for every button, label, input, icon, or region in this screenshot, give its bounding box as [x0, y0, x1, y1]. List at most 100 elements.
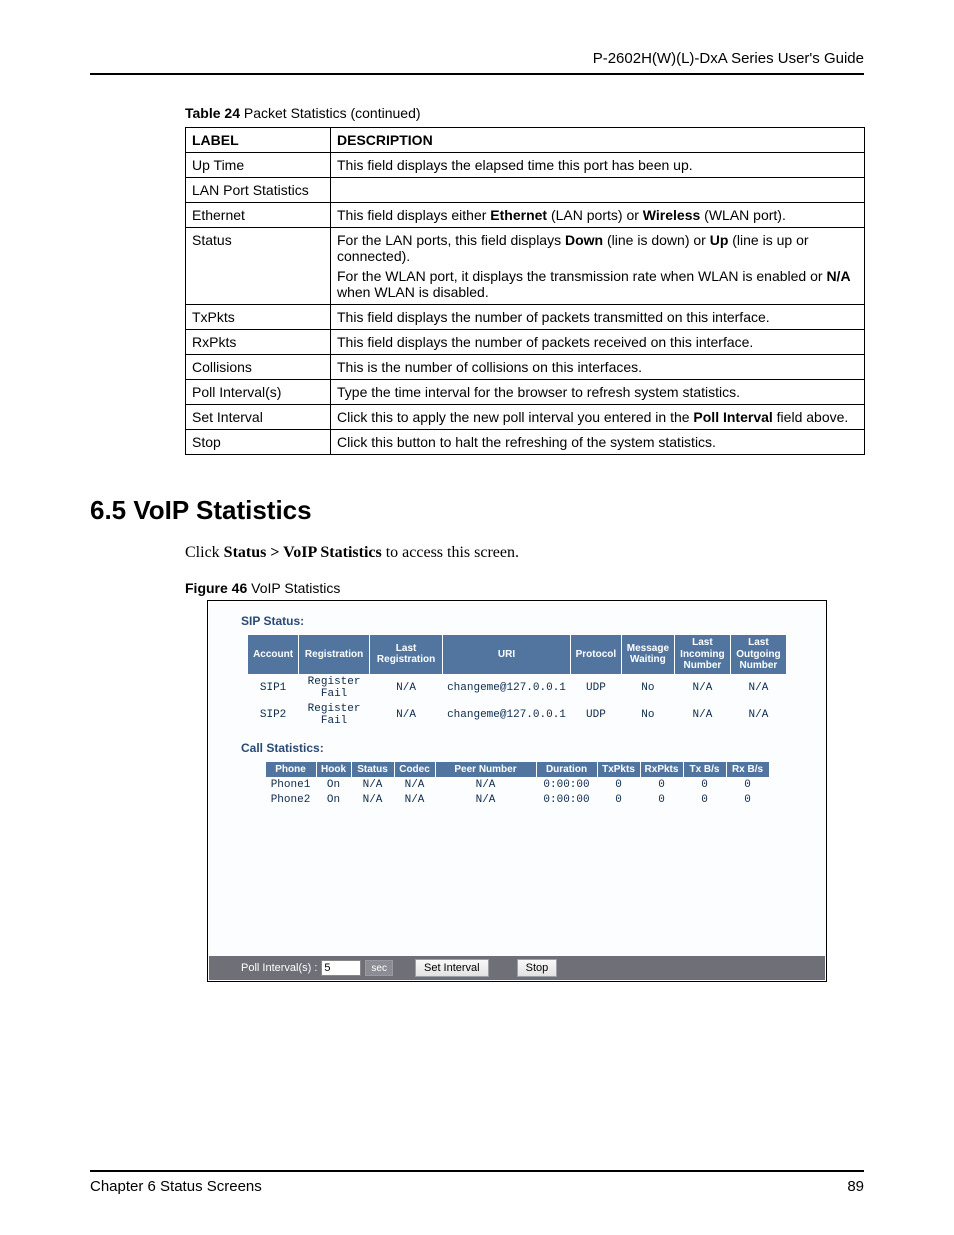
sip-header: LastOutgoingNumber [731, 635, 786, 674]
table-desc-cell: For the LAN ports, this field displays D… [331, 228, 865, 305]
call-header: Peer Number [436, 762, 536, 778]
call-cell: N/A [395, 778, 435, 792]
call-header: RxPkts [641, 762, 683, 778]
sip-cell: UDP [571, 702, 621, 728]
poll-interval-input[interactable] [321, 960, 361, 976]
sip-cell: N/A [731, 702, 786, 728]
call-cell: N/A [436, 793, 536, 807]
poll-interval-label: Poll Interval(s) : [241, 962, 317, 974]
sip-cell: N/A [675, 702, 730, 728]
call-header: Rx B/s [727, 762, 769, 778]
table-row: RxPktsThis field displays the number of … [186, 330, 865, 355]
set-interval-button[interactable]: Set Interval [415, 959, 489, 977]
sip-cell: Register Fail [299, 675, 369, 701]
table-desc-cell: This field displays the elapsed time thi… [331, 153, 865, 178]
call-header: TxPkts [598, 762, 640, 778]
call-cell: 0 [598, 793, 640, 807]
voip-statistics-screenshot: SIP Status: AccountRegistrationLastRegis… [207, 600, 827, 982]
table-desc-cell: Click this button to halt the refreshing… [331, 430, 865, 455]
table-desc-cell: This is the number of collisions on this… [331, 355, 865, 380]
table-24-header-description: DESCRIPTION [331, 128, 865, 153]
sip-cell: No [622, 675, 674, 701]
table-label-cell: TxPkts [186, 305, 331, 330]
table-24-header-label: LABEL [186, 128, 331, 153]
section-intro: Click Status > VoIP Statistics to access… [185, 544, 864, 562]
intro-pre: Click [185, 544, 224, 561]
table-row: EthernetThis field displays either Ether… [186, 203, 865, 228]
sip-cell: N/A [370, 702, 442, 728]
call-cell: N/A [352, 793, 394, 807]
call-header: Status [352, 762, 394, 778]
call-statistics-table: PhoneHookStatusCodecPeer NumberDurationT… [265, 761, 770, 809]
call-row: Phone1OnN/AN/AN/A0:00:000000 [266, 778, 769, 792]
table-desc-cell: This field displays either Ethernet (LAN… [331, 203, 865, 228]
table-row: Poll Interval(s)Type the time interval f… [186, 380, 865, 405]
table-24: LABEL DESCRIPTION Up TimeThis field disp… [185, 127, 865, 455]
table-label-cell: RxPkts [186, 330, 331, 355]
sip-status-title: SIP Status: [209, 602, 825, 634]
table-label-cell: Collisions [186, 355, 331, 380]
sip-status-table: AccountRegistrationLastRegistrationURIPr… [247, 634, 787, 729]
table-desc-cell: Type the time interval for the browser t… [331, 380, 865, 405]
header-rule [90, 73, 864, 75]
table-row: StopClick this button to halt the refres… [186, 430, 865, 455]
table-24-caption-bold: Table 24 [185, 105, 240, 121]
table-label-cell: Stop [186, 430, 331, 455]
table-label-cell: LAN Port Statistics [186, 178, 331, 203]
sip-cell: N/A [370, 675, 442, 701]
sip-header: MessageWaiting [622, 635, 674, 674]
table-desc-cell: Click this to apply the new poll interva… [331, 405, 865, 430]
sec-label: sec [365, 960, 393, 976]
call-cell: On [317, 778, 351, 792]
call-header: Tx B/s [684, 762, 726, 778]
call-cell: 0:00:00 [537, 778, 597, 792]
footer-page-number: 89 [847, 1178, 864, 1195]
page-footer: Chapter 6 Status Screens 89 [90, 1170, 864, 1195]
sip-header: URI [443, 635, 570, 674]
table-row: LAN Port Statistics [186, 178, 865, 203]
call-cell: N/A [436, 778, 536, 792]
call-cell: 0 [727, 793, 769, 807]
table-row: Set IntervalClick this to apply the new … [186, 405, 865, 430]
guide-title: P-2602H(W)(L)-DxA Series User's Guide [90, 50, 864, 67]
sip-row: SIP2Register FailN/Achangeme@127.0.0.1UD… [248, 702, 786, 728]
call-header: Duration [537, 762, 597, 778]
call-cell: 0 [727, 778, 769, 792]
call-cell: Phone2 [266, 793, 316, 807]
figure-46-caption-bold: Figure 46 [185, 580, 247, 596]
call-cell: 0 [598, 778, 640, 792]
call-header: Hook [317, 762, 351, 778]
call-header: Phone [266, 762, 316, 778]
sip-header: Account [248, 635, 298, 674]
table-label-cell: Poll Interval(s) [186, 380, 331, 405]
stop-button[interactable]: Stop [517, 959, 558, 977]
table-desc-cell: This field displays the number of packet… [331, 305, 865, 330]
call-cell: N/A [395, 793, 435, 807]
figure-46-caption: Figure 46 VoIP Statistics [185, 580, 864, 596]
table-desc-cell: This field displays the number of packet… [331, 330, 865, 355]
table-row: CollisionsThis is the number of collisio… [186, 355, 865, 380]
table-label-cell: Set Interval [186, 405, 331, 430]
poll-bar: Poll Interval(s) : sec Set Interval Stop [209, 956, 825, 980]
footer-chapter: Chapter 6 Status Screens [90, 1178, 262, 1195]
sip-cell: No [622, 702, 674, 728]
intro-post: to access this screen. [382, 544, 519, 561]
call-cell: 0:00:00 [537, 793, 597, 807]
sip-cell: SIP1 [248, 675, 298, 701]
sip-header: LastRegistration [370, 635, 442, 674]
call-cell: N/A [352, 778, 394, 792]
call-cell: 0 [641, 793, 683, 807]
call-header: Codec [395, 762, 435, 778]
sip-cell: N/A [675, 675, 730, 701]
sip-cell: Register Fail [299, 702, 369, 728]
table-row: StatusFor the LAN ports, this field disp… [186, 228, 865, 305]
call-cell: 0 [684, 778, 726, 792]
table-desc-cell [331, 178, 865, 203]
table-label-cell: Ethernet [186, 203, 331, 228]
sip-cell: UDP [571, 675, 621, 701]
sip-header: Registration [299, 635, 369, 674]
section-heading: 6.5 VoIP Statistics [90, 495, 864, 526]
table-label-cell: Up Time [186, 153, 331, 178]
call-row: Phone2OnN/AN/AN/A0:00:000000 [266, 793, 769, 807]
sip-cell: SIP2 [248, 702, 298, 728]
